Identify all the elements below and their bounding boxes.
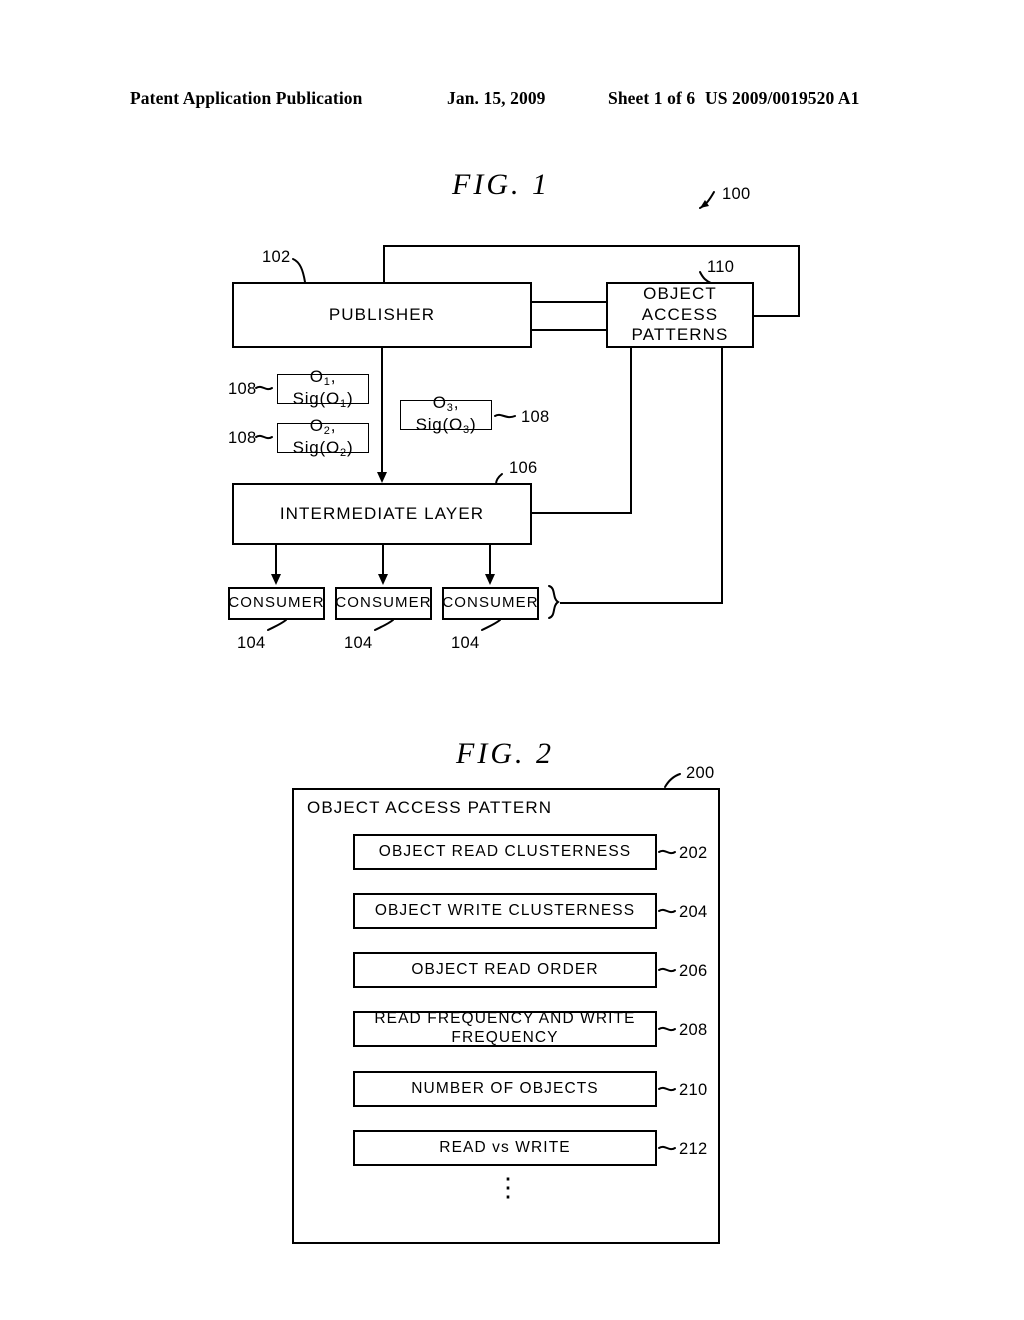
object-box-o3: O3, Sig(O3) (400, 393, 492, 436)
connector-publisher-top-riser (383, 245, 386, 284)
object-access-pattern-title: OBJECT ACCESS PATTERN (307, 798, 553, 817)
connector-feedback-right-drop (798, 245, 801, 317)
connector-oap-into-intermediate (532, 512, 632, 515)
leader-108-o3 (494, 413, 516, 419)
leader-200 (664, 773, 681, 788)
leader-100-arrowhead (700, 200, 709, 208)
connector-publisher-oap-upper (530, 301, 608, 304)
pattern-item-label-210: NUMBER OF OBJECTS (411, 1079, 599, 1097)
consumer-box-3: CONSUMER (442, 587, 539, 620)
ref-202-label: 202 (679, 844, 708, 862)
arrowhead-consumer-2 (377, 574, 388, 585)
connector-feedback-into-oap (752, 315, 800, 318)
intermediate-layer-box: INTERMEDIATE LAYER (232, 483, 532, 545)
connector-intermediate-to-consumer-2 (382, 545, 385, 576)
pattern-item-read-vs-write: READ vs WRITE (353, 1130, 657, 1166)
arrowhead-consumer-3 (484, 574, 495, 585)
ref-208-label: 208 (679, 1021, 708, 1039)
ref-108-label-o1: 108 (228, 380, 257, 398)
intermediate-layer-label: INTERMEDIATE LAYER (279, 503, 485, 523)
leader-100 (699, 191, 715, 209)
leader-108-o1 (255, 385, 273, 391)
connector-intermediate-to-consumer-1 (275, 545, 278, 576)
leader-108-o2 (255, 434, 273, 440)
arrowhead-consumer-1 (270, 574, 281, 585)
connector-oap-down-to-consumers (721, 348, 724, 604)
ref-210-label: 210 (679, 1081, 708, 1099)
object-o1-label: O1, Sig(O1) (292, 366, 354, 410)
publisher-label: PUBLISHER (328, 304, 436, 324)
connector-oap-down-to-intermediate (630, 348, 633, 514)
header-publication-text: Patent Application Publication (130, 88, 363, 108)
object-o3-label: O3, Sig(O3) (415, 392, 477, 436)
connector-feedback-top (383, 245, 800, 248)
object-o2-label: O2, Sig(O2) (292, 415, 354, 459)
ref-108-label-o3: 108 (521, 408, 550, 426)
leader-104-2 (374, 619, 394, 631)
ref-104-label-1: 104 (237, 634, 266, 652)
object-box-o1: O1, Sig(O1) (277, 367, 369, 410)
ref-100-label: 100 (722, 185, 751, 203)
leader-104-1 (267, 619, 287, 631)
consumer-box-2: CONSUMER (335, 587, 432, 620)
consumer-group-brace (548, 585, 560, 619)
header-patent-number: US 2009/0019520 A1 (705, 88, 860, 108)
connector-publisher-to-intermediate (381, 348, 384, 473)
pattern-item-label-204: OBJECT WRITE CLUSTERNESS (374, 901, 636, 919)
pattern-item-label-212: READ vs WRITE (439, 1138, 571, 1156)
ref-110-label: 110 (707, 258, 735, 276)
pattern-continuation-ellipsis: ⋮ (495, 1172, 521, 1202)
pattern-item-object-read-order: OBJECT READ ORDER (353, 952, 657, 988)
pattern-item-label-208: READ FREQUENCY AND WRITE FREQUENCY (374, 1010, 636, 1046)
consumer-1-label: CONSUMER (228, 594, 325, 612)
ref-102-label: 102 (262, 248, 291, 266)
ref-200-label: 200 (686, 764, 715, 782)
consumer-box-1: CONSUMER (228, 587, 325, 620)
pattern-item-number-of-objects: NUMBER OF OBJECTS (353, 1071, 657, 1107)
ref-108-label-o2: 108 (228, 429, 257, 447)
object-access-patterns-box: OBJECT ACCESS PATTERNS (606, 282, 754, 348)
leader-102 (292, 258, 306, 283)
consumer-2-label: CONSUMER (335, 594, 432, 612)
object-box-o2: O2, Sig(O2) (277, 416, 369, 459)
object-access-patterns-label-line2: PATTERNS (631, 325, 729, 345)
object-access-patterns-label-line1: OBJECT ACCESS (641, 283, 719, 324)
header-sheet-text: Sheet 1 of 6 (608, 88, 696, 108)
ref-212-label: 212 (679, 1140, 708, 1158)
figure-1-title: FIG. 1 (452, 168, 550, 201)
pattern-item-read-write-frequency: READ FREQUENCY AND WRITE FREQUENCY (353, 1010, 657, 1047)
leader-104-3 (481, 619, 501, 631)
connector-intermediate-to-consumer-3 (489, 545, 492, 576)
ref-104-label-2: 104 (344, 634, 373, 652)
consumer-3-label: CONSUMER (442, 594, 539, 612)
arrowhead-publisher-to-intermediate (376, 472, 387, 483)
ref-206-label: 206 (679, 962, 708, 980)
connector-oap-into-consumer-brace (560, 602, 723, 605)
page-header: Patent Application Publication Jan. 15, … (130, 88, 890, 112)
ref-204-label: 204 (679, 903, 708, 921)
pattern-item-label-206: OBJECT READ ORDER (411, 960, 599, 978)
figure-2-title: FIG. 2 (456, 737, 554, 770)
ref-106-label: 106 (509, 459, 538, 477)
publisher-box: PUBLISHER (232, 282, 532, 348)
header-date-text: Jan. 15, 2009 (447, 88, 546, 108)
pattern-item-label-202: OBJECT READ CLUSTERNESS (378, 842, 632, 860)
connector-publisher-oap-lower (530, 329, 608, 332)
pattern-item-object-write-clusterness: OBJECT WRITE CLUSTERNESS (353, 893, 657, 929)
pattern-item-object-read-clusterness: OBJECT READ CLUSTERNESS (353, 834, 657, 870)
ref-104-label-3: 104 (451, 634, 480, 652)
